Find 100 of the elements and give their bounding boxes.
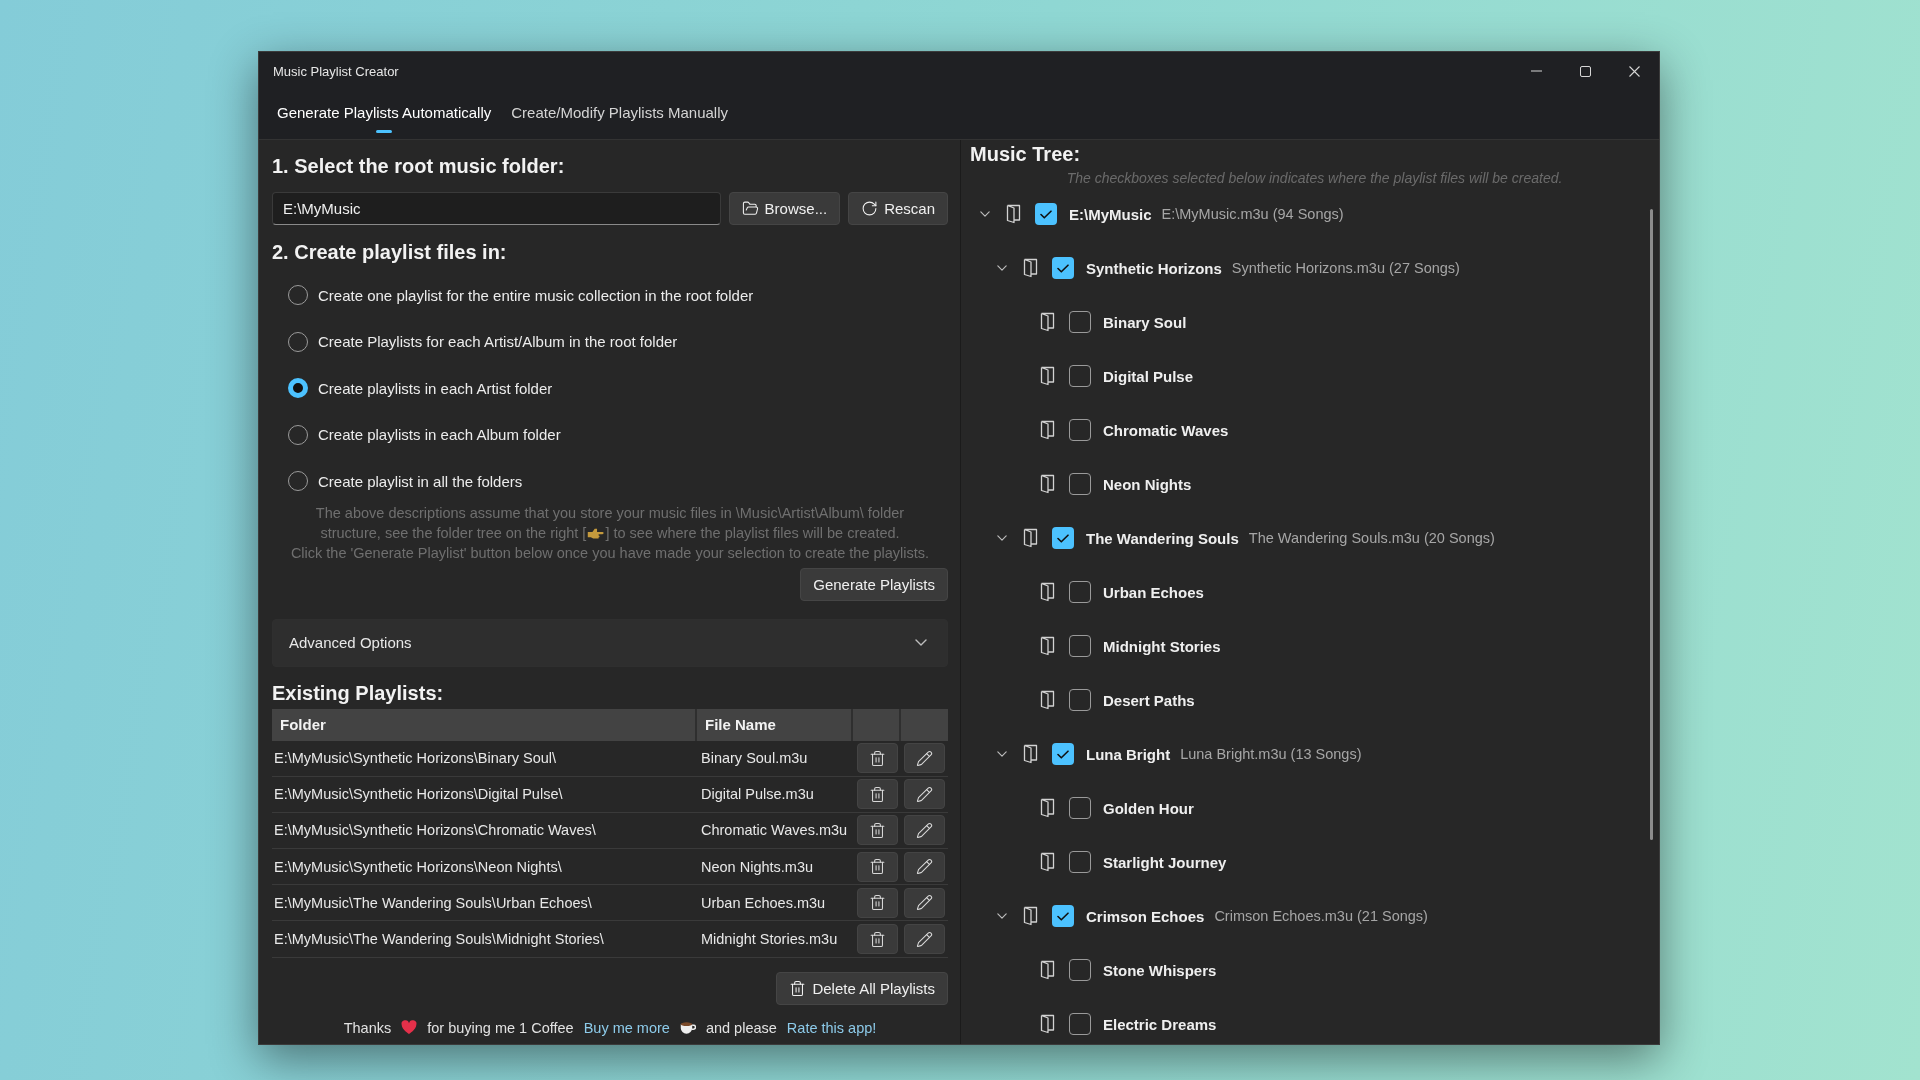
close-icon	[1629, 65, 1640, 77]
folder-name[interactable]: Urban Echoes	[1103, 583, 1204, 601]
checkbox[interactable]	[1069, 311, 1091, 333]
door-icon	[1040, 852, 1055, 872]
window-title: Music Playlist Creator	[273, 63, 399, 79]
checkbox[interactable]	[1069, 851, 1091, 873]
radio-label[interactable]: Create playlist in all the folders	[318, 472, 523, 490]
pencil-icon	[915, 930, 933, 948]
folder-name[interactable]: Luna Bright	[1086, 745, 1171, 763]
door-icon	[1040, 366, 1055, 386]
checkbox[interactable]	[1069, 473, 1091, 495]
checkbox[interactable]	[1069, 1013, 1091, 1035]
checkmark-icon	[1040, 209, 1052, 219]
folder-name[interactable]: Desert Paths	[1103, 691, 1195, 709]
folder-name[interactable]: Starlight Journey	[1103, 853, 1227, 871]
checkbox[interactable]	[1052, 257, 1074, 279]
column-header: File Name	[697, 708, 853, 741]
folder-name[interactable]: Electric Dreams	[1103, 1015, 1217, 1033]
delete-button[interactable]	[856, 887, 898, 918]
radio-label[interactable]: Create one playlist for the entire music collection in the root folder	[318, 286, 754, 304]
chevron-down-icon[interactable]	[980, 211, 990, 217]
delete-button[interactable]	[856, 815, 898, 846]
folder-path-field[interactable]: E:\MyMusic	[272, 192, 721, 225]
radio-label[interactable]: Create Playlists for each Artist/Album in the root folder	[318, 333, 678, 351]
checkmark-icon	[1057, 533, 1069, 543]
folder-name[interactable]: Midnight Stories	[1103, 637, 1221, 655]
delete-all-playlists-button[interactable]: Delete All Playlists	[776, 971, 948, 1005]
chevron-down-icon[interactable]	[997, 751, 1007, 757]
checkbox[interactable]	[1069, 689, 1091, 711]
trash-icon	[868, 785, 886, 803]
folder-icon	[741, 200, 759, 217]
checkbox[interactable]	[1069, 365, 1091, 387]
checkbox[interactable]	[1069, 635, 1091, 657]
advanced-options-expander[interactable]: Advanced Options	[272, 618, 948, 667]
checkbox[interactable]	[1069, 797, 1091, 819]
rate-app-link[interactable]: Rate this app!	[786, 1019, 877, 1036]
table-cell-text: E:\MyMusic\The Wandering Souls\Midnight Stories\	[273, 931, 604, 948]
checkbox[interactable]	[1069, 959, 1091, 981]
column-header: Folder	[272, 708, 697, 741]
folder-name[interactable]: Stone Whispers	[1103, 961, 1217, 979]
radio-button[interactable]	[288, 378, 308, 399]
tab[interactable]: Create/Modify Playlists Manually	[501, 90, 738, 139]
tab[interactable]: Generate Playlists Automatically	[267, 90, 502, 139]
pointing-hand-icon	[587, 526, 605, 540]
edit-button[interactable]	[903, 815, 945, 846]
radio-label[interactable]: Create playlists in each Album folder	[318, 426, 561, 444]
edit-button[interactable]	[903, 743, 945, 774]
checkmark-icon	[1057, 911, 1069, 921]
folder-name[interactable]: Neon Nights	[1103, 475, 1192, 493]
delete-button[interactable]	[856, 924, 898, 955]
buy-more-link[interactable]: Buy me more	[583, 1019, 670, 1036]
table-cell-text: E:\MyMusic\Synthetic Horizons\Chromatic Waves\	[273, 822, 596, 839]
checkbox[interactable]	[1069, 419, 1091, 441]
checkbox[interactable]	[1052, 743, 1074, 765]
checkbox[interactable]	[1035, 203, 1057, 225]
hint-text: The checkboxes selected below indicates where the playlist files will be created.	[1065, 169, 1564, 187]
trash-icon	[868, 858, 886, 876]
trash-icon	[789, 979, 807, 997]
folder-name[interactable]: Synthetic Horizons	[1086, 259, 1222, 277]
folder-name[interactable]: Crimson Echoes	[1086, 907, 1205, 925]
rescan-button[interactable]: Rescan	[848, 192, 948, 225]
checkmark-icon	[1057, 749, 1069, 759]
checkbox[interactable]	[1052, 527, 1074, 549]
thanks-text: Thanks	[343, 1019, 392, 1036]
door-icon	[1006, 204, 1021, 224]
door-icon	[1023, 744, 1038, 764]
table-cell-text: Chromatic Waves.m3u	[700, 822, 848, 839]
table-cell-text: Digital Pulse.m3u	[700, 786, 814, 803]
edit-button[interactable]	[903, 887, 945, 918]
door-icon	[1040, 582, 1055, 602]
edit-button[interactable]	[903, 851, 945, 882]
door-icon	[1040, 420, 1055, 440]
folder-name[interactable]: The Wandering Souls	[1086, 529, 1239, 547]
scrollbar[interactable]	[1650, 209, 1653, 840]
connector-text: and please	[705, 1019, 777, 1036]
chevron-down-icon[interactable]	[997, 265, 1007, 271]
coffee-cup-icon	[679, 1020, 696, 1035]
delete-button[interactable]	[856, 743, 898, 774]
maximize-icon	[1580, 65, 1591, 77]
edit-button[interactable]	[903, 924, 945, 955]
folder-name[interactable]: Digital Pulse	[1103, 367, 1194, 385]
table-cell-text: Midnight Stories.m3u	[700, 931, 838, 948]
folder-name[interactable]: E:\MyMusic	[1069, 205, 1152, 223]
checkbox[interactable]	[1069, 581, 1091, 603]
folder-name[interactable]: Binary Soul	[1103, 313, 1187, 331]
door-icon	[1023, 258, 1038, 278]
pencil-icon	[915, 749, 933, 767]
pencil-icon	[915, 894, 933, 912]
edit-button[interactable]	[903, 779, 945, 810]
radio-label[interactable]: Create playlists in each Artist folder	[318, 379, 553, 397]
chevron-down-icon[interactable]	[997, 913, 1007, 919]
folder-name[interactable]: Golden Hour	[1103, 799, 1194, 817]
chevron-down-icon[interactable]	[997, 535, 1007, 541]
delete-button[interactable]	[856, 779, 898, 810]
generate-playlists-button[interactable]: Generate Playlists	[800, 567, 948, 601]
delete-button[interactable]	[856, 851, 898, 882]
folder-name[interactable]: Chromatic Waves	[1103, 421, 1229, 439]
chevron-down-icon[interactable]	[915, 638, 927, 647]
browse-button[interactable]: Browse...	[728, 192, 841, 225]
checkbox[interactable]	[1052, 905, 1074, 927]
